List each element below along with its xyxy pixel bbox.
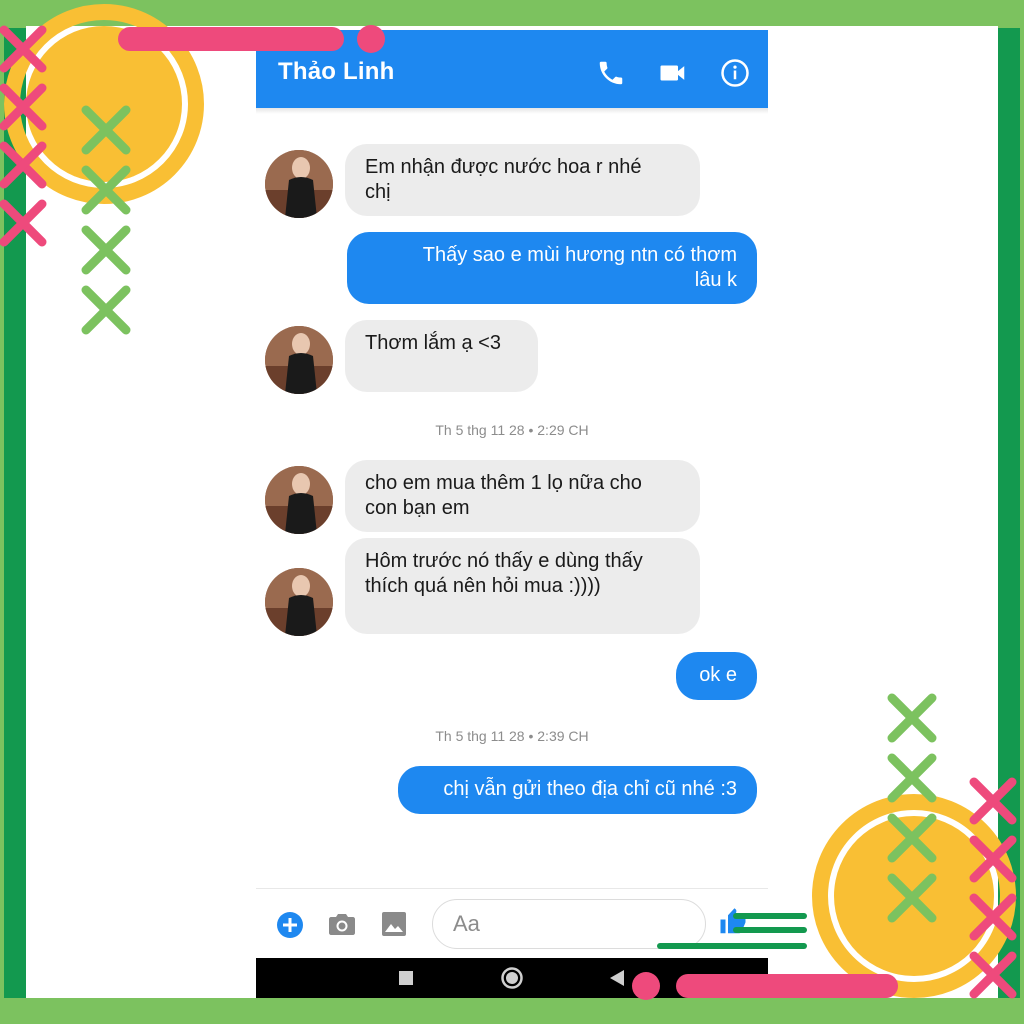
avatar[interactable]: [265, 568, 333, 636]
message-bubble-incoming[interactable]: Em nhận được nước hoa r nhé chị: [345, 144, 700, 216]
decoration-bottom-right: [632, 693, 1017, 1000]
message-bubble-outgoing[interactable]: Thấy sao e mùi hương ntn có thơm lâu k: [347, 232, 757, 304]
message-text: lâu k: [694, 269, 737, 291]
avatar-photo: [265, 568, 333, 636]
avatar[interactable]: [265, 326, 333, 394]
video-camera-icon[interactable]: [658, 58, 688, 88]
avatar[interactable]: [265, 466, 333, 534]
info-icon[interactable]: [720, 58, 750, 88]
circle-icon[interactable]: [500, 966, 524, 990]
phone-icon[interactable]: [596, 58, 626, 88]
square-icon[interactable]: [398, 970, 414, 986]
add-icon[interactable]: [276, 911, 304, 939]
message-bubble-incoming[interactable]: Hôm trước nó thấy e dùng thấy thích quá …: [345, 538, 700, 634]
avatar[interactable]: [265, 150, 333, 218]
message-text: Hôm trước nó thấy e dùng thấy: [365, 550, 643, 572]
camera-icon[interactable]: [328, 911, 356, 937]
decoration-top-bar: [118, 25, 385, 53]
contact-name[interactable]: Thảo Linh: [278, 58, 394, 86]
message-text: Em nhận được nước hoa r nhé: [365, 156, 642, 178]
image-icon[interactable]: [381, 911, 407, 937]
message-bubble-incoming[interactable]: cho em mua thêm 1 lọ nữa cho con bạn em: [345, 460, 700, 532]
avatar-photo: [265, 326, 333, 394]
message-text: ok e: [699, 664, 737, 686]
message-text: Thấy sao e mùi hương ntn có thơm: [422, 244, 737, 266]
message-text: chị: [365, 181, 391, 203]
message-bubble-incoming[interactable]: Thơm lắm ạ <3: [345, 320, 538, 392]
timestamp: Th 5 thg 11 28 • 2:29 CH: [435, 422, 589, 438]
message-text: cho em mua thêm 1 lọ nữa cho: [365, 472, 642, 494]
avatar-photo: [265, 150, 333, 218]
avatar-photo: [265, 466, 333, 534]
message-text: Thơm lắm ạ <3: [365, 332, 501, 354]
message-text: con bạn em: [365, 497, 470, 519]
message-text: thích quá nên hỏi mua :)))): [365, 575, 601, 597]
